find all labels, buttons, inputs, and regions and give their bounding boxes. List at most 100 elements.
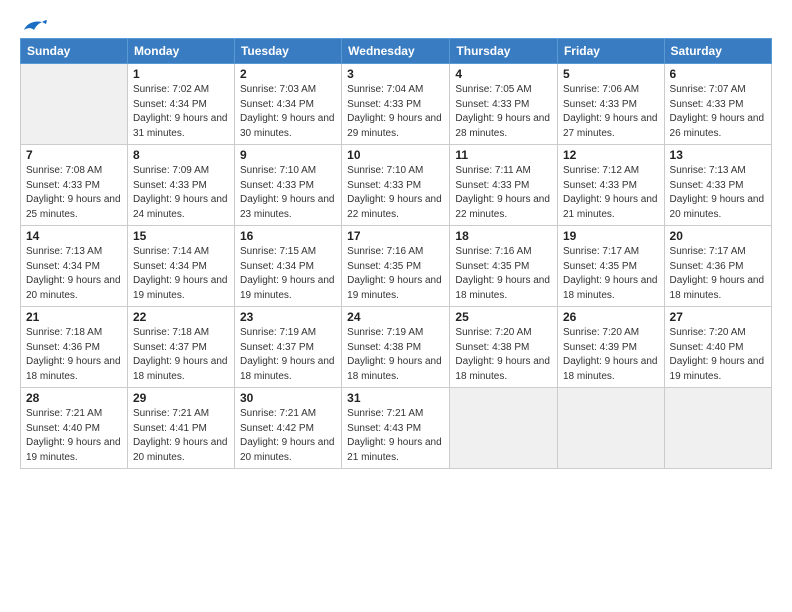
cell-info: Sunrise: 7:21 AMSunset: 4:40 PMDaylight:… (26, 407, 122, 465)
week-row-5: 28 Sunrise: 7:21 AMSunset: 4:40 PMDayligh… (21, 388, 772, 469)
calendar-cell (557, 388, 664, 469)
cell-info: Sunrise: 7:19 AMSunset: 4:38 PMDaylight:… (347, 326, 444, 384)
calendar-cell: 29 Sunrise: 7:21 AMSunset: 4:41 PMDayligh… (127, 388, 234, 469)
page-container: SundayMondayTuesdayWednesdayThursdayFrid… (0, 0, 792, 479)
col-header-friday: Friday (557, 39, 664, 64)
calendar-cell: 26Sunrise: 7:20 AMSunset: 4:39 PMDayligh… (557, 307, 664, 388)
calendar-table: SundayMondayTuesdayWednesdayThursdayFrid… (20, 38, 772, 469)
col-header-saturday: Saturday (664, 39, 771, 64)
day-number: 14 (26, 229, 122, 243)
day-number: 12 (563, 148, 659, 162)
col-header-thursday: Thursday (450, 39, 558, 64)
day-number: 18 (455, 229, 552, 243)
day-number: 21 (26, 310, 122, 324)
cell-info: Sunrise: 7:18 AMSunset: 4:36 PMDaylight:… (26, 326, 122, 384)
cell-info: Sunrise: 7:02 AMSunset: 4:34 PMDaylight:… (133, 83, 229, 141)
cell-info: Sunrise: 7:13 AMSunset: 4:34 PMDaylight:… (26, 245, 122, 303)
cell-info: Sunrise: 7:12 AMSunset: 4:33 PMDaylight:… (563, 164, 659, 222)
col-header-monday: Monday (127, 39, 234, 64)
day-number: 6 (670, 67, 766, 81)
calendar-cell: 2 Sunrise: 7:03 AMSunset: 4:34 PMDaylight… (234, 64, 341, 145)
week-row-1: 1 Sunrise: 7:02 AMSunset: 4:34 PMDaylight… (21, 64, 772, 145)
cell-info: Sunrise: 7:18 AMSunset: 4:37 PMDaylight:… (133, 326, 229, 384)
col-header-sunday: Sunday (21, 39, 128, 64)
cell-info: Sunrise: 7:17 AMSunset: 4:35 PMDaylight:… (563, 245, 659, 303)
week-row-4: 21 Sunrise: 7:18 AMSunset: 4:36 PMDayligh… (21, 307, 772, 388)
day-number: 22 (133, 310, 229, 324)
calendar-cell (450, 388, 558, 469)
calendar-cell: 28 Sunrise: 7:21 AMSunset: 4:40 PMDayligh… (21, 388, 128, 469)
day-number: 11 (455, 148, 552, 162)
calendar-cell: 11 Sunrise: 7:11 AMSunset: 4:33 PMDayligh… (450, 145, 558, 226)
day-number: 24 (347, 310, 444, 324)
calendar-cell: 30Sunrise: 7:21 AMSunset: 4:42 PMDayligh… (234, 388, 341, 469)
day-number: 15 (133, 229, 229, 243)
cell-info: Sunrise: 7:17 AMSunset: 4:36 PMDaylight:… (670, 245, 766, 303)
cell-info: Sunrise: 7:06 AMSunset: 4:33 PMDaylight:… (563, 83, 659, 141)
calendar-cell (664, 388, 771, 469)
day-number: 5 (563, 67, 659, 81)
calendar-cell: 16Sunrise: 7:15 AMSunset: 4:34 PMDayligh… (234, 226, 341, 307)
week-row-3: 14 Sunrise: 7:13 AMSunset: 4:34 PMDayligh… (21, 226, 772, 307)
calendar-cell: 23 Sunrise: 7:19 AMSunset: 4:37 PMDayligh… (234, 307, 341, 388)
calendar-header-row: SundayMondayTuesdayWednesdayThursdayFrid… (21, 39, 772, 64)
cell-info: Sunrise: 7:21 AMSunset: 4:41 PMDaylight:… (133, 407, 229, 465)
calendar-cell: 25Sunrise: 7:20 AMSunset: 4:38 PMDayligh… (450, 307, 558, 388)
day-number: 9 (240, 148, 336, 162)
calendar-cell: 13Sunrise: 7:13 AMSunset: 4:33 PMDayligh… (664, 145, 771, 226)
day-number: 28 (26, 391, 122, 405)
cell-info: Sunrise: 7:09 AMSunset: 4:33 PMDaylight:… (133, 164, 229, 222)
day-number: 29 (133, 391, 229, 405)
cell-info: Sunrise: 7:03 AMSunset: 4:34 PMDaylight:… (240, 83, 336, 141)
calendar-cell: 4 Sunrise: 7:05 AMSunset: 4:33 PMDaylight… (450, 64, 558, 145)
cell-info: Sunrise: 7:11 AMSunset: 4:33 PMDaylight:… (455, 164, 552, 222)
cell-info: Sunrise: 7:19 AMSunset: 4:37 PMDaylight:… (240, 326, 336, 384)
calendar-cell: 12 Sunrise: 7:12 AMSunset: 4:33 PMDayligh… (557, 145, 664, 226)
day-number: 17 (347, 229, 444, 243)
calendar-cell: 1 Sunrise: 7:02 AMSunset: 4:34 PMDaylight… (127, 64, 234, 145)
calendar-cell: 21 Sunrise: 7:18 AMSunset: 4:36 PMDayligh… (21, 307, 128, 388)
day-number: 25 (455, 310, 552, 324)
day-number: 19 (563, 229, 659, 243)
day-number: 2 (240, 67, 336, 81)
day-number: 27 (670, 310, 766, 324)
day-number: 7 (26, 148, 122, 162)
day-number: 20 (670, 229, 766, 243)
day-number: 26 (563, 310, 659, 324)
cell-info: Sunrise: 7:10 AMSunset: 4:33 PMDaylight:… (240, 164, 336, 222)
day-number: 3 (347, 67, 444, 81)
cell-info: Sunrise: 7:07 AMSunset: 4:33 PMDaylight:… (670, 83, 766, 141)
cell-info: Sunrise: 7:10 AMSunset: 4:33 PMDaylight:… (347, 164, 444, 222)
calendar-cell: 18 Sunrise: 7:16 AMSunset: 4:35 PMDayligh… (450, 226, 558, 307)
calendar-cell: 10Sunrise: 7:10 AMSunset: 4:33 PMDayligh… (342, 145, 450, 226)
calendar-cell: 15 Sunrise: 7:14 AMSunset: 4:34 PMDayligh… (127, 226, 234, 307)
week-row-2: 7 Sunrise: 7:08 AMSunset: 4:33 PMDaylight… (21, 145, 772, 226)
cell-info: Sunrise: 7:14 AMSunset: 4:34 PMDaylight:… (133, 245, 229, 303)
calendar-cell: 14 Sunrise: 7:13 AMSunset: 4:34 PMDayligh… (21, 226, 128, 307)
day-number: 1 (133, 67, 229, 81)
calendar-cell: 6 Sunrise: 7:07 AMSunset: 4:33 PMDaylight… (664, 64, 771, 145)
header (20, 16, 772, 32)
cell-info: Sunrise: 7:08 AMSunset: 4:33 PMDaylight:… (26, 164, 122, 222)
calendar-cell: 5 Sunrise: 7:06 AMSunset: 4:33 PMDaylight… (557, 64, 664, 145)
calendar-cell: 7 Sunrise: 7:08 AMSunset: 4:33 PMDaylight… (21, 145, 128, 226)
calendar-cell: 27 Sunrise: 7:20 AMSunset: 4:40 PMDayligh… (664, 307, 771, 388)
cell-info: Sunrise: 7:16 AMSunset: 4:35 PMDaylight:… (455, 245, 552, 303)
day-number: 30 (240, 391, 336, 405)
cell-info: Sunrise: 7:05 AMSunset: 4:33 PMDaylight:… (455, 83, 552, 141)
day-number: 8 (133, 148, 229, 162)
calendar-cell: 22 Sunrise: 7:18 AMSunset: 4:37 PMDayligh… (127, 307, 234, 388)
cell-info: Sunrise: 7:16 AMSunset: 4:35 PMDaylight:… (347, 245, 444, 303)
calendar-cell: 24 Sunrise: 7:19 AMSunset: 4:38 PMDayligh… (342, 307, 450, 388)
day-number: 4 (455, 67, 552, 81)
calendar-cell: 17 Sunrise: 7:16 AMSunset: 4:35 PMDayligh… (342, 226, 450, 307)
calendar-cell: 3Sunrise: 7:04 AMSunset: 4:33 PMDaylight… (342, 64, 450, 145)
day-number: 23 (240, 310, 336, 324)
col-header-tuesday: Tuesday (234, 39, 341, 64)
cell-info: Sunrise: 7:20 AMSunset: 4:40 PMDaylight:… (670, 326, 766, 384)
calendar-cell: 19 Sunrise: 7:17 AMSunset: 4:35 PMDayligh… (557, 226, 664, 307)
logo (20, 16, 48, 32)
calendar-cell: 20 Sunrise: 7:17 AMSunset: 4:36 PMDayligh… (664, 226, 771, 307)
day-number: 16 (240, 229, 336, 243)
day-number: 31 (347, 391, 444, 405)
